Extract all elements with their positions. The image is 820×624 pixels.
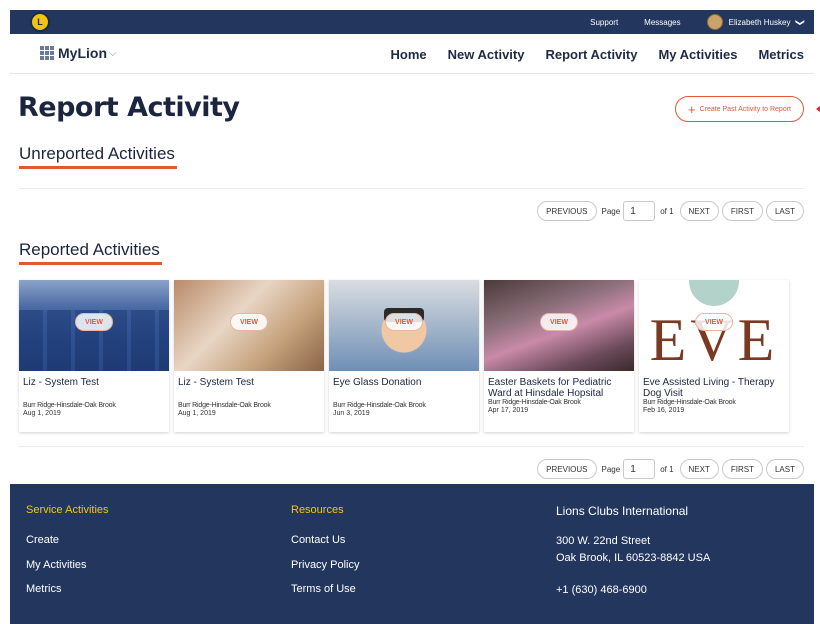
activity-card[interactable]: VIEW Eye Glass Donation Burr Ridge-Hinsd… xyxy=(329,280,479,432)
create-past-activity-label: Create Past Activity to Report xyxy=(699,105,791,113)
unreported-section-title: Unreported Activities xyxy=(19,144,175,163)
pager-unreported: PREVIOUS Page of 1 NEXT FIRST LAST xyxy=(534,200,804,222)
view-button[interactable]: VIEW xyxy=(75,313,113,331)
footer-service-heading: Service Activities xyxy=(26,504,109,516)
footer-link-terms-of-use[interactable]: Terms of Use xyxy=(291,583,356,595)
avatar xyxy=(706,14,723,30)
activity-club: Burr Ridge-Hinsdale-Oak Brook xyxy=(178,402,271,409)
user-name: Elizabeth Huskey xyxy=(728,17,791,27)
footer-org-heading: Lions Clubs International xyxy=(556,504,689,518)
view-button[interactable]: VIEW xyxy=(695,313,733,331)
top-bar: L Support Messages Elizabeth Huskey ❯ xyxy=(10,10,814,34)
page-of-label: of 1 xyxy=(660,464,674,474)
brand-name: MyLion xyxy=(58,45,107,61)
nav-item-report-activity[interactable]: Report Activity xyxy=(545,47,637,62)
page-label: Page xyxy=(601,464,621,474)
pager-reported: PREVIOUS Page of 1 NEXT FIRST LAST xyxy=(534,458,804,480)
activity-card[interactable]: VIEW Easter Baskets for Pediatric Ward a… xyxy=(484,280,634,432)
view-button[interactable]: VIEW xyxy=(540,313,578,331)
footer-phone: +1 (630) 468-6900 xyxy=(556,584,647,596)
nav-item-home[interactable]: Home xyxy=(391,47,427,62)
page-title: Report Activity xyxy=(18,92,240,123)
activity-club: Burr Ridge-Hinsdale-Oak Brook xyxy=(333,402,426,409)
nav-items: Home New Activity Report Activity My Act… xyxy=(370,34,804,74)
activity-date: Jun 3, 2019 xyxy=(333,410,370,417)
main-nav: MyLion ⌵ Home New Activity Report Activi… xyxy=(10,34,814,74)
activity-club: Burr Ridge-Hinsdale-Oak Brook xyxy=(488,399,581,406)
top-links: Support Messages Elizabeth Huskey ❯ xyxy=(590,10,806,34)
footer-address-line1: 300 W. 22nd Street xyxy=(556,535,651,547)
footer: Service Activities Create My Activities … xyxy=(10,484,814,624)
footer-link-my-activities[interactable]: My Activities xyxy=(26,559,87,571)
reported-activity-list: VIEW Liz - System Test Burr Ridge-Hinsda… xyxy=(19,280,789,432)
footer-resources-heading: Resources xyxy=(291,504,344,516)
reported-section-title: Reported Activities xyxy=(19,240,160,259)
brand-menu[interactable]: MyLion ⌵ xyxy=(40,45,117,61)
footer-link-create[interactable]: Create xyxy=(26,534,59,546)
activity-title: Easter Baskets for Pediatric Ward at Hin… xyxy=(488,377,612,399)
create-past-activity-button[interactable]: + Create Past Activity to Report xyxy=(674,96,804,122)
activity-date: Apr 17, 2019 xyxy=(488,407,529,414)
nav-item-my-activities[interactable]: My Activities xyxy=(658,47,737,62)
activity-title: Eve Assisted Living - Therapy Dog Visit xyxy=(643,377,775,399)
activity-card[interactable]: VIEW Liz - System Test Burr Ridge-Hinsda… xyxy=(19,280,169,432)
activity-card[interactable]: VIEW Liz - System Test Burr Ridge-Hinsda… xyxy=(174,280,324,432)
main-content: Report Activity + Create Past Activity t… xyxy=(10,74,820,484)
activity-image: VIEW xyxy=(484,280,634,371)
reported-underline xyxy=(19,262,162,265)
activity-date: Feb 16, 2019 xyxy=(643,407,685,414)
activity-card[interactable]: EVE VIEW Eve Assisted Living - Therapy D… xyxy=(639,280,789,432)
footer-link-metrics[interactable]: Metrics xyxy=(26,583,61,595)
app-grid-icon xyxy=(40,46,54,60)
activity-club: Burr Ridge-Hinsdale-Oak Brook xyxy=(643,399,736,406)
first-button[interactable]: FIRST xyxy=(721,459,763,479)
activity-date: Aug 1, 2019 xyxy=(178,410,216,417)
footer-address-line2: Oak Brook, IL 60523-8842 USA xyxy=(556,552,711,564)
page-label: Page xyxy=(601,206,621,216)
activity-title: Liz - System Test xyxy=(23,377,99,388)
messages-link[interactable]: Messages xyxy=(644,18,680,27)
page-input[interactable] xyxy=(623,201,656,221)
activity-image: VIEW xyxy=(174,280,324,371)
previous-button[interactable]: PREVIOUS xyxy=(537,459,597,479)
chevron-down-icon: ❯ xyxy=(795,18,806,26)
first-button[interactable]: FIRST xyxy=(721,201,763,221)
next-button[interactable]: NEXT xyxy=(679,459,719,479)
support-link[interactable]: Support xyxy=(590,18,618,27)
plus-icon: + xyxy=(687,101,696,117)
eve-leaf-graphic xyxy=(689,280,739,306)
user-menu[interactable]: Elizabeth Huskey ❯ xyxy=(706,14,806,30)
view-button[interactable]: VIEW xyxy=(230,313,268,331)
chevron-down-icon: ⌵ xyxy=(109,47,117,59)
footer-link-privacy-policy[interactable]: Privacy Policy xyxy=(291,559,359,571)
footer-link-contact-us[interactable]: Contact Us xyxy=(291,534,345,546)
divider xyxy=(19,188,804,189)
nav-item-metrics[interactable]: Metrics xyxy=(758,47,804,62)
activity-image: VIEW xyxy=(329,280,479,371)
lions-logo-icon[interactable]: L xyxy=(30,12,50,32)
activity-club: Burr Ridge-Hinsdale-Oak Brook xyxy=(23,402,116,409)
nav-item-new-activity[interactable]: New Activity xyxy=(448,47,525,62)
page-input[interactable] xyxy=(623,459,656,479)
unreported-underline xyxy=(19,166,177,169)
last-button[interactable]: LAST xyxy=(765,459,804,479)
activity-image: EVE VIEW xyxy=(639,280,789,371)
last-button[interactable]: LAST xyxy=(765,201,804,221)
activity-date: Aug 1, 2019 xyxy=(23,410,61,417)
side-marker-icon xyxy=(816,103,820,115)
page-of-label: of 1 xyxy=(660,206,674,216)
previous-button[interactable]: PREVIOUS xyxy=(537,201,597,221)
view-button[interactable]: VIEW xyxy=(385,313,423,331)
next-button[interactable]: NEXT xyxy=(679,201,719,221)
activity-title: Eye Glass Donation xyxy=(333,377,422,388)
activity-image: VIEW xyxy=(19,280,169,371)
divider xyxy=(19,446,804,447)
activity-title: Liz - System Test xyxy=(178,377,254,388)
